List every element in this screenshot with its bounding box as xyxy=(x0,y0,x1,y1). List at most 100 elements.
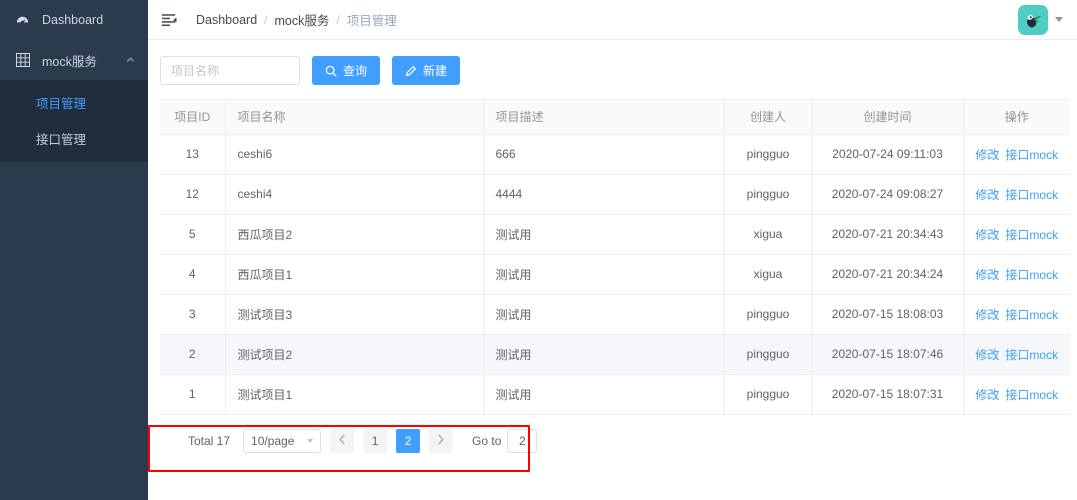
table-row[interactable]: 1 测试项目1 测试用 pingguo 2020-07-15 18:07:31 修改 接口m… xyxy=(160,374,1070,415)
cell-project-id: 3 xyxy=(160,294,226,335)
mock-interface-link[interactable]: 接口mock xyxy=(1005,348,1058,362)
sidebar-item-dashboard[interactable]: Dashboard xyxy=(0,0,148,40)
pagination: Total 17 10/page 1 2 Go to 2 xyxy=(160,427,1069,455)
cell-project-name: ceshi4 xyxy=(225,174,484,215)
projects-table: 项目ID 项目名称 项目描述 创建人 创建时间 操作 13 ceshi6 666 pi… xyxy=(160,100,1070,415)
breadcrumb: Dashboard / mock服务 / 项目管理 xyxy=(196,10,397,29)
column-header-project-name: 项目名称 xyxy=(225,100,484,135)
cell-project-desc: 测试用 xyxy=(483,294,725,335)
query-button[interactable]: 查询 xyxy=(312,56,381,85)
cell-creator: pingguo xyxy=(724,374,813,415)
chevron-right-icon xyxy=(437,434,445,448)
cell-project-name: 西瓜项目1 xyxy=(225,254,484,295)
pagination-prev-button[interactable] xyxy=(330,428,355,453)
projects-table-wrapper: 项目ID 项目名称 项目描述 创建人 创建时间 操作 13 ceshi6 666 pi… xyxy=(160,99,1070,415)
mock-interface-link[interactable]: 接口mock xyxy=(1005,308,1058,322)
sidebar-item-label: mock服务 xyxy=(42,54,97,69)
table-row[interactable]: 2 测试项目2 测试用 pingguo 2020-07-15 18:07:46 修改 接口m… xyxy=(160,334,1070,375)
create-button[interactable]: 新建 xyxy=(392,56,461,85)
pagination-page-1[interactable]: 1 xyxy=(363,428,388,453)
edit-link[interactable]: 修改 xyxy=(975,228,999,242)
app-root: Dashboard mock服务 项目管理 接口管理 Dashboard / m… xyxy=(0,0,1077,500)
cell-created-time: 2020-07-24 09:11:03 xyxy=(812,134,964,175)
sidebar-item-mock-service[interactable]: mock服务 xyxy=(0,40,148,80)
cell-creator: xigua xyxy=(724,214,813,255)
mock-interface-link[interactable]: 接口mock xyxy=(1005,268,1058,282)
pagination-page-label: 1 xyxy=(371,433,379,448)
cell-project-desc: 666 xyxy=(483,134,725,175)
mock-interface-link[interactable]: 接口mock xyxy=(1005,148,1058,162)
pagination-jump-label: Go to xyxy=(472,433,502,448)
table-row[interactable]: 3 测试项目3 测试用 pingguo 2020-07-15 18:08:03 修改 接口m… xyxy=(160,294,1070,335)
cell-operations: 修改 接口mock xyxy=(963,214,1070,255)
sidebar-submenu-mock-service: 项目管理 接口管理 xyxy=(0,80,148,162)
sidebar-item-interface-management[interactable]: 接口管理 xyxy=(0,120,148,156)
topbar-right xyxy=(1018,4,1067,35)
cell-created-time: 2020-07-21 20:34:24 xyxy=(812,254,964,295)
pagination-jump-input[interactable] xyxy=(507,428,538,453)
edit-link[interactable]: 修改 xyxy=(975,308,999,322)
cell-created-time: 2020-07-15 18:08:03 xyxy=(812,294,964,335)
breadcrumb-item-mock-service[interactable]: mock服务 xyxy=(275,10,330,29)
cell-operations: 修改 接口mock xyxy=(963,334,1070,375)
topbar: Dashboard / mock服务 / 项目管理 xyxy=(148,0,1077,40)
sidebar-item-label: Dashboard xyxy=(42,13,104,27)
cell-operations: 修改 接口mock xyxy=(963,294,1070,335)
create-button-label: 新建 xyxy=(423,64,448,78)
cell-project-id: 2 xyxy=(160,334,226,375)
edit-link[interactable]: 修改 xyxy=(975,188,999,202)
content-area: 查询 新建 xyxy=(148,40,1077,500)
mock-interface-link[interactable]: 接口mock xyxy=(1005,228,1058,242)
column-header-project-id: 项目ID xyxy=(160,100,226,135)
chevron-down-icon xyxy=(307,438,314,443)
edit-pencil-icon xyxy=(405,65,417,77)
column-header-operations: 操作 xyxy=(963,100,1070,135)
cell-creator: pingguo xyxy=(724,294,813,335)
pagination-next-button[interactable] xyxy=(429,428,454,453)
cell-project-name: 测试项目3 xyxy=(225,294,484,335)
cell-created-time: 2020-07-15 18:07:46 xyxy=(812,334,964,375)
cell-created-time: 2020-07-21 20:34:43 xyxy=(812,214,964,255)
sidebar-item-project-management[interactable]: 项目管理 xyxy=(0,84,148,120)
cell-operations: 修改 接口mock xyxy=(963,254,1070,295)
edit-link[interactable]: 修改 xyxy=(975,268,999,282)
breadcrumb-item-dashboard[interactable]: Dashboard xyxy=(196,13,257,27)
table-row[interactable]: 5 西瓜项目2 测试用 xigua 2020-07-21 20:34:43 修改 接口moc… xyxy=(160,214,1070,255)
cell-project-desc: 4444 xyxy=(483,174,725,215)
main-area: Dashboard / mock服务 / 项目管理 项目名称 查询 新建 项目I… xyxy=(148,0,1077,500)
query-button-label: 查询 xyxy=(343,64,368,78)
mock-interface-link[interactable]: 接口mock xyxy=(1005,188,1058,202)
table-row[interactable]: 4 西瓜项目1 测试用 xigua 2020-07-21 20:34:24 修改 接口moc… xyxy=(160,254,1070,295)
search-icon xyxy=(325,65,337,77)
edit-link[interactable]: 修改 xyxy=(975,388,999,402)
cell-project-desc: 测试用 xyxy=(483,214,725,255)
search-input[interactable] xyxy=(160,56,300,85)
cell-project-desc: 测试用 xyxy=(483,374,725,415)
pagination-jumper: Go to xyxy=(472,428,538,453)
column-header-creator: 创建人 xyxy=(724,100,813,135)
caret-down-icon[interactable] xyxy=(1055,17,1063,22)
toolbar: 查询 新建 xyxy=(160,54,1069,99)
menu-fold-icon[interactable] xyxy=(160,11,178,29)
cell-project-desc: 测试用 xyxy=(483,254,725,295)
cell-project-id: 4 xyxy=(160,254,226,295)
column-header-created-time: 创建时间 xyxy=(812,100,964,135)
pagination-page-2[interactable]: 2 xyxy=(396,428,421,453)
sidebar-subitem-label: 接口管理 xyxy=(36,132,87,147)
table-row[interactable]: 12 ceshi4 4444 pingguo 2020-07-24 09:08:27 修改… xyxy=(160,174,1070,215)
table-row[interactable]: 13 ceshi6 666 pingguo 2020-07-24 09:11:03 修改接… xyxy=(160,134,1070,175)
breadcrumb-item-project-management: 项目管理 xyxy=(346,14,397,28)
edit-link[interactable]: 修改 xyxy=(975,348,999,362)
mock-interface-link[interactable]: 接口mock xyxy=(1005,388,1058,402)
cell-project-id: 5 xyxy=(160,214,226,255)
edit-link[interactable]: 修改 xyxy=(975,148,999,162)
cell-created-time: 2020-07-24 09:08:27 xyxy=(812,174,964,215)
cell-creator: pingguo xyxy=(724,134,813,175)
cell-project-id: 12 xyxy=(160,174,226,215)
avatar[interactable] xyxy=(1018,4,1048,35)
cell-project-desc: 测试用 xyxy=(483,334,725,375)
breadcrumb-separator: / xyxy=(264,12,268,27)
pagination-zone: Total 17 10/page 1 2 Go to 2 xyxy=(148,415,1069,472)
cell-operations: 修改 接口mock xyxy=(963,134,1070,175)
page-size-select[interactable]: 10/page xyxy=(243,428,322,453)
